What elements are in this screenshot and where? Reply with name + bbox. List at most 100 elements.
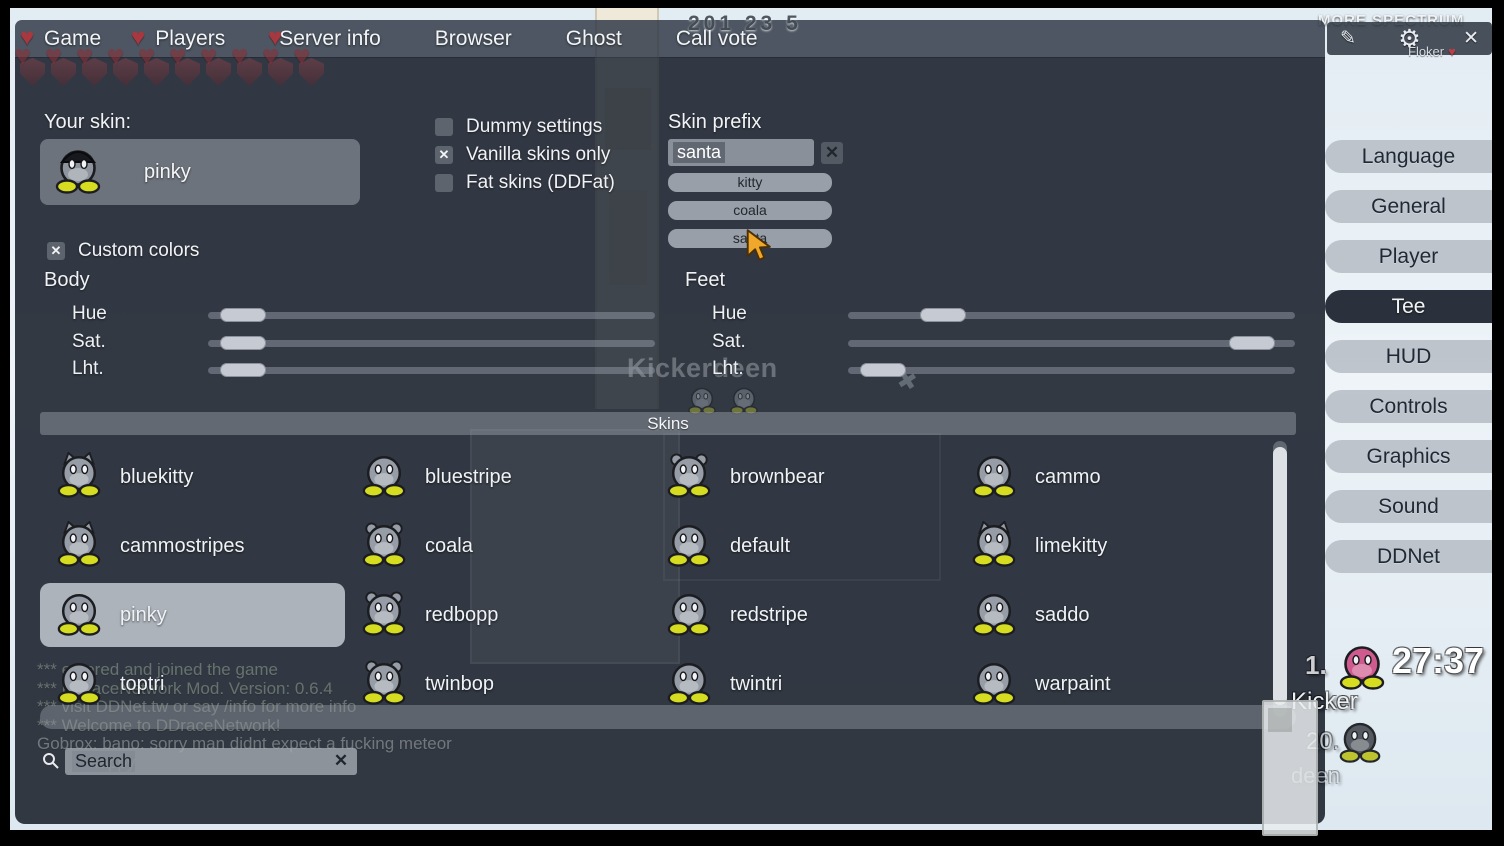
- slider-handle[interactable]: [220, 308, 266, 322]
- skin-item-bluekitty[interactable]: bluekitty: [40, 445, 345, 509]
- tab-controls[interactable]: Controls: [1325, 390, 1492, 423]
- tab-graphics[interactable]: Graphics: [1325, 440, 1492, 473]
- checkbox-vanilla-skins-only[interactable]: Vanilla skins only: [435, 141, 615, 169]
- tee-settings-panel: Kickerdeen ✖ *** entered and joined the …: [15, 57, 1325, 824]
- slider-label-feet-lht: Lht.: [712, 358, 744, 380]
- tab-general[interactable]: General: [1325, 190, 1492, 223]
- skin-item-default[interactable]: default: [650, 514, 955, 578]
- checkbox-dummy-settings[interactable]: Dummy settings: [435, 113, 615, 141]
- tee-avatar-icon: [361, 659, 407, 710]
- tab-language[interactable]: Language: [1325, 140, 1492, 173]
- slider-handle[interactable]: [860, 363, 906, 377]
- record-time: 27:37: [1392, 640, 1484, 682]
- slider-label-body-sat: Sat.: [72, 331, 106, 353]
- skin-name: redbopp: [425, 604, 498, 627]
- feet-hue-slider[interactable]: [848, 307, 1295, 323]
- skin-name: cammostripes: [120, 535, 244, 558]
- checkbox-box-icon[interactable]: [47, 242, 65, 260]
- tab-tee[interactable]: Tee: [1325, 290, 1492, 323]
- search-value: Search: [72, 751, 135, 772]
- armor-shield-icon: [175, 58, 200, 86]
- current-skin-preview[interactable]: pinky: [40, 139, 360, 205]
- tab-hud[interactable]: HUD: [1325, 340, 1492, 373]
- checkbox-box-icon[interactable]: [435, 174, 453, 192]
- skin-item-pinky[interactable]: pinky: [40, 583, 345, 647]
- clear-prefix-button[interactable]: ✕: [821, 142, 843, 164]
- tee-avatar-icon: [361, 452, 407, 503]
- skin-name: warpaint: [1035, 673, 1111, 696]
- slider-track-bar[interactable]: [208, 340, 655, 347]
- mouse-cursor-icon: [745, 229, 775, 266]
- skin-item-redbopp[interactable]: redbopp: [345, 583, 650, 647]
- bottom-scrollbar[interactable]: [40, 705, 1296, 729]
- close-icon[interactable]: ✕: [1463, 27, 1479, 50]
- body-lht-slider[interactable]: [208, 362, 655, 378]
- checkbox-label: Vanilla skins only: [466, 144, 610, 166]
- checkbox-box-icon[interactable]: [435, 118, 453, 136]
- bg-map-tile: [1262, 700, 1318, 836]
- skin-name: saddo: [1035, 604, 1090, 627]
- tab-player[interactable]: Player: [1325, 240, 1492, 273]
- skin-item-brownbear[interactable]: brownbear: [650, 445, 955, 509]
- skins-scrollbar[interactable]: [1273, 441, 1287, 717]
- slider-track-bar[interactable]: [848, 367, 1295, 374]
- skin-item-cammo[interactable]: cammo: [955, 445, 1260, 509]
- slider-handle[interactable]: [220, 336, 266, 350]
- tee-avatar-icon: [971, 590, 1017, 641]
- checkbox-fat-skins-ddfat[interactable]: Fat skins (DDFat): [435, 169, 615, 197]
- skin-item-redstripe[interactable]: redstripe: [650, 583, 955, 647]
- skins-header-label: Skins: [647, 414, 689, 433]
- tee-avatar-icon: [971, 452, 1017, 503]
- skin-name: limekitty: [1035, 535, 1107, 558]
- skin-options: Dummy settings Vanilla skins only Fat sk…: [435, 113, 615, 197]
- checkbox-box-icon[interactable]: [435, 146, 453, 164]
- bg-player-tees: [687, 385, 759, 415]
- slider-track-bar[interactable]: [208, 312, 655, 319]
- slider-track-bar[interactable]: [848, 340, 1295, 347]
- edit-pencil-icon[interactable]: ✎: [1340, 27, 1356, 50]
- scrollbar-thumb[interactable]: [1273, 447, 1287, 705]
- skin-item-coala[interactable]: coala: [345, 514, 650, 578]
- tee-avatar-icon: [361, 521, 407, 572]
- menu-ghost[interactable]: Ghost: [566, 27, 622, 51]
- tab-sound[interactable]: Sound: [1325, 490, 1492, 523]
- current-skin-name: pinky: [144, 161, 191, 184]
- slider-track-bar[interactable]: [208, 367, 655, 374]
- custom-colors-checkbox[interactable]: Custom colors: [47, 240, 199, 262]
- ddnet-game-window: MORE SPECTRUM GamePlayersServer infoBrow…: [0, 0, 1504, 846]
- skin-item-limekitty[interactable]: limekitty: [955, 514, 1260, 578]
- tee-avatar-icon: [56, 521, 102, 572]
- skin-item-bluestripe[interactable]: bluestripe: [345, 445, 650, 509]
- slider-handle[interactable]: [220, 363, 266, 377]
- tee-avatar-icon: [56, 590, 102, 641]
- current-skin-avatar-icon: [54, 146, 102, 199]
- search-input[interactable]: Search ✕: [65, 748, 357, 775]
- tab-ddnet[interactable]: DDNet: [1325, 540, 1492, 573]
- feet-lht-slider[interactable]: [848, 362, 1295, 378]
- bg-spectate-label: Floker♥: [1408, 44, 1456, 59]
- slider-handle[interactable]: [1229, 336, 1275, 350]
- skin-name: default: [730, 535, 790, 558]
- armor-shield-icon: [113, 58, 138, 86]
- search-icon: [42, 752, 60, 775]
- skin-item-cammostripes[interactable]: cammostripes: [40, 514, 345, 578]
- skin-name: brownbear: [730, 466, 825, 489]
- skin-prefix-label: Skin prefix: [668, 111, 761, 134]
- body-sat-slider[interactable]: [208, 335, 655, 351]
- checkbox-label: Dummy settings: [466, 116, 602, 138]
- body-hue-slider[interactable]: [208, 307, 655, 323]
- spectate-name: Floker: [1408, 44, 1444, 59]
- skin-item-saddo[interactable]: saddo: [955, 583, 1260, 647]
- skin-name: bluestripe: [425, 466, 512, 489]
- slider-label-feet-sat: Sat.: [712, 331, 746, 353]
- prefix-button-coala[interactable]: coala: [668, 201, 832, 220]
- prefix-button-kitty[interactable]: kitty: [668, 173, 832, 192]
- slider-handle[interactable]: [920, 308, 966, 322]
- slider-label-feet-hue: Hue: [712, 303, 747, 325]
- feet-sat-slider[interactable]: [848, 335, 1295, 351]
- skin-prefix-input[interactable]: santa: [668, 139, 814, 166]
- slider-track-bar[interactable]: [848, 312, 1295, 319]
- tee-avatar-icon: [666, 659, 712, 710]
- clear-search-button[interactable]: ✕: [330, 750, 352, 772]
- menu-browser[interactable]: Browser: [435, 27, 512, 51]
